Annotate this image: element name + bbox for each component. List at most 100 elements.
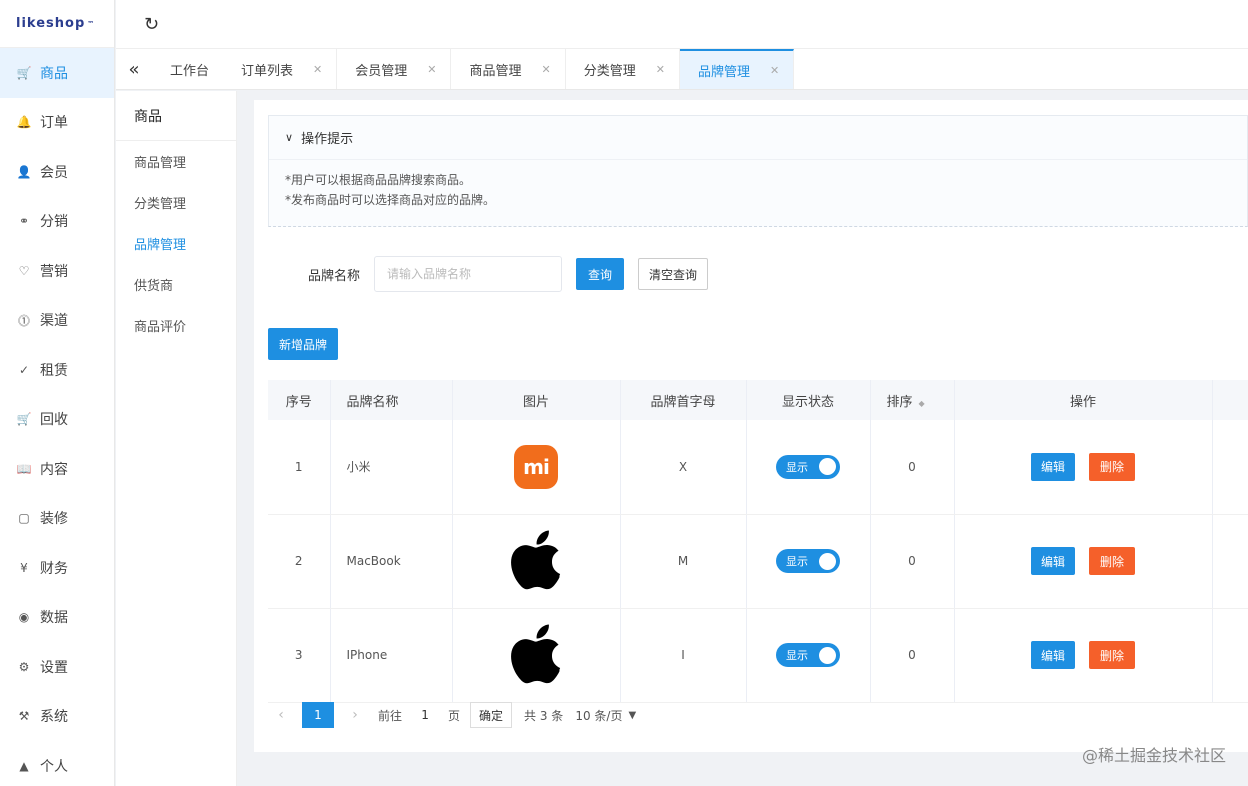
brand-name-input[interactable] — [374, 256, 563, 292]
tab[interactable]: 商品管理 ✕ — [451, 49, 566, 89]
delete-button[interactable]: 删除 — [1089, 641, 1135, 669]
tab[interactable]: 订单列表 ✕ — [223, 49, 338, 89]
tab-label: 品牌管理 — [697, 64, 750, 80]
cart-icon: 🛒 — [16, 65, 32, 80]
sidebar-item[interactable]: ♡ 营销 — [0, 246, 114, 296]
cell-index: 2 — [268, 514, 331, 609]
submenu-item[interactable]: 商品管理 — [116, 141, 236, 182]
submenu-title: 商品 — [116, 91, 236, 141]
sub-menu: 商品 商品管理 分类管理 品牌管理 供货商 商品评价 — [116, 91, 237, 786]
sidebar-item-label: 租赁 — [40, 362, 68, 379]
delete-button[interactable]: 删除 — [1089, 452, 1135, 481]
tab[interactable]: 品牌管理 ✕ — [679, 49, 795, 89]
status-toggle[interactable]: 显示 — [776, 643, 840, 667]
chevron-down-icon: ∨ — [285, 131, 294, 144]
status-label: 显示 — [786, 555, 808, 568]
sidebar-item-label: 回收 — [40, 412, 68, 429]
app-logo[interactable]: likeshop ™ — [0, 0, 114, 48]
edit-button[interactable]: 编辑 — [1031, 547, 1075, 575]
brand-table: 序号 品牌名称 图片 品牌首字母 显示状态 排序 ◆ 操作 1 小米 mi X 显示 0 编辑… — [268, 380, 1248, 703]
bell-icon: 🔔 — [16, 115, 32, 130]
sidebar-item[interactable]: ⓵ 渠道 — [0, 296, 114, 346]
status-label: 显示 — [786, 460, 808, 474]
submenu-item[interactable]: 供货商 — [116, 264, 236, 305]
status-toggle[interactable]: 显示 — [776, 454, 840, 479]
query-button[interactable]: 查询 — [576, 258, 625, 290]
sidebar-item[interactable]: 🛒 回收 — [0, 395, 114, 445]
main-content: ∨ 操作提示 *用户可以根据商品品牌搜索商品。 *发布商品时可以选择商品对应的品… — [254, 100, 1248, 752]
add-brand-button[interactable]: 新增品牌 — [268, 328, 338, 360]
refresh-icon[interactable]: ↻ — [144, 14, 159, 35]
sidebar-item[interactable]: 🛒 商品 — [0, 48, 114, 98]
edit-button[interactable]: 编辑 — [1031, 641, 1075, 669]
tab-label: 商品管理 — [469, 63, 522, 79]
submenu-item[interactable]: 分类管理 — [116, 182, 236, 223]
cell-spacer — [1212, 514, 1248, 609]
goto-suffix: 页 — [448, 708, 461, 723]
sidebar-item[interactable]: ▢ 装修 — [0, 494, 114, 544]
tab-label: 工作台 — [170, 63, 210, 79]
sidebar-item[interactable]: 🔔 订单 — [0, 98, 114, 148]
goto-confirm-button[interactable]: 确定 — [470, 702, 513, 728]
main-sidebar: likeshop ™ 🛒 商品 🔔 订单 👤 会员 ⚭ 分销 ♡ 营销 ⓵ 渠道 ✓ 租赁 🛒 回收 📖 内容 ▢ 装修… — [0, 0, 115, 786]
cell-image — [452, 514, 621, 609]
edit-button[interactable]: 编辑 — [1031, 452, 1075, 481]
sidebar-item[interactable]: ▲ 个人 — [0, 741, 114, 786]
cell-image — [452, 608, 621, 703]
sidebar-item[interactable]: ⚙ 设置 — [0, 642, 114, 692]
tips-title: 操作提示 — [301, 132, 354, 147]
recycle-cart-icon: 🛒 — [16, 412, 32, 427]
cell-initial: M — [620, 514, 747, 609]
close-icon[interactable]: ✕ — [313, 63, 322, 76]
status-label: 显示 — [786, 649, 808, 662]
page-size-select[interactable]: 10 条/页 ▼ — [575, 707, 636, 724]
submenu-item[interactable]: 品牌管理 — [116, 223, 236, 264]
tips-header[interactable]: ∨ 操作提示 — [269, 116, 1247, 160]
status-toggle[interactable]: 显示 — [776, 549, 840, 573]
sidebar-item[interactable]: ¥ 财务 — [0, 543, 114, 593]
table-body: 1 小米 mi X 显示 0 编辑 删除 2 MacBook M 显示 0 编辑 删除 3 IPhone I 显示 0… — [268, 420, 1248, 703]
reset-query-button[interactable]: 清空查询 — [638, 258, 709, 290]
close-icon[interactable]: ✕ — [656, 63, 665, 76]
table-row: 2 MacBook M 显示 0 编辑 删除 — [268, 514, 1248, 609]
page-number-current[interactable]: 1 — [302, 702, 334, 728]
cell-actions: 编辑 删除 — [954, 514, 1213, 609]
sidebar-item[interactable]: ⚭ 分销 — [0, 197, 114, 247]
sort-icon[interactable]: ◆ — [919, 399, 925, 408]
col-index: 序号 — [268, 380, 331, 420]
close-icon[interactable]: ✕ — [427, 63, 436, 76]
sidebar-item-label: 渠道 — [40, 313, 68, 330]
tabs-collapse-icon[interactable]: « — [116, 49, 152, 89]
close-icon[interactable]: ✕ — [770, 64, 779, 77]
col-brand-name: 品牌名称 — [330, 380, 453, 420]
sidebar-item[interactable]: ⚒ 系统 — [0, 692, 114, 742]
top-toolbar: ↻ — [116, 0, 1248, 48]
sidebar-item[interactable]: 👤 会员 — [0, 147, 114, 197]
toggle-knob — [819, 458, 836, 476]
sidebar-item[interactable]: ◉ 数据 — [0, 593, 114, 643]
submenu-list: 商品管理 分类管理 品牌管理 供货商 商品评价 — [116, 141, 236, 346]
sidebar-item[interactable]: 📖 内容 — [0, 444, 114, 494]
tab[interactable]: 会员管理 ✕ — [337, 49, 452, 89]
delete-button[interactable]: 删除 — [1089, 547, 1135, 575]
cell-index: 1 — [268, 420, 331, 515]
close-icon[interactable]: ✕ — [542, 63, 551, 76]
col-initial: 品牌首字母 — [620, 380, 747, 420]
sidebar-item-label: 营销 — [40, 263, 68, 280]
tab-label: 分类管理 — [583, 63, 636, 79]
goto-page-input[interactable] — [406, 702, 445, 728]
cell-brand-name: 小米 — [330, 420, 453, 515]
user-icon: 👤 — [16, 164, 32, 179]
prev-page-icon[interactable]: ‹ — [268, 707, 294, 723]
cell-brand-name: IPhone — [330, 608, 453, 703]
col-sort[interactable]: 排序 ◆ — [870, 380, 955, 420]
channel-icon: ⓵ — [17, 313, 30, 328]
cell-index: 3 — [268, 608, 331, 703]
sidebar-item-label: 系统 — [40, 709, 68, 726]
next-page-icon[interactable]: › — [342, 707, 368, 723]
tab[interactable]: 工作台 — [152, 49, 223, 89]
tab[interactable]: 分类管理 ✕ — [566, 49, 680, 89]
total-count: 共 3 条 — [524, 708, 564, 723]
sidebar-item[interactable]: ✓ 租赁 — [0, 345, 114, 395]
submenu-item[interactable]: 商品评价 — [116, 305, 236, 346]
